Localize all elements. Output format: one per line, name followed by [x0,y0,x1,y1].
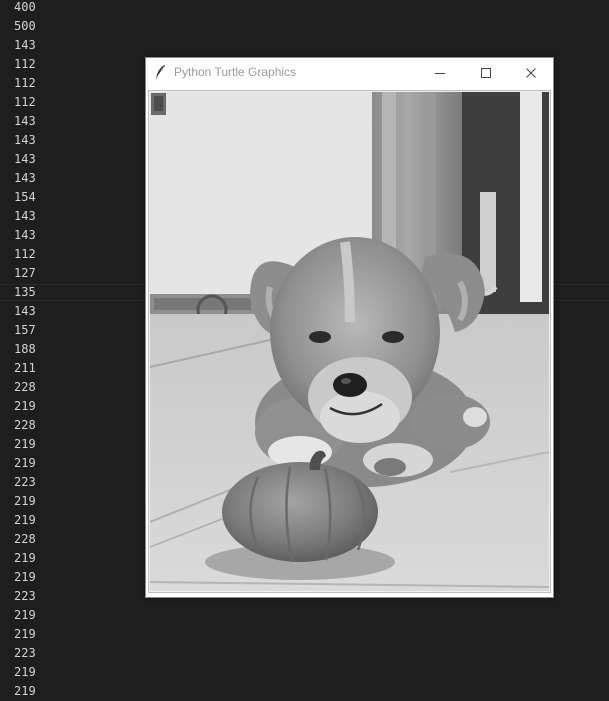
editor-line: 143 [14,171,36,185]
turtle-canvas-frame [148,90,551,593]
editor-line: 143 [14,228,36,242]
editor-line: 112 [14,247,36,261]
editor-line: 112 [14,76,36,90]
editor-line: 112 [14,57,36,71]
editor-line: 228 [14,418,36,432]
window-title: Python Turtle Graphics [174,65,297,79]
editor-line: 127 [14,266,36,280]
turtle-canvas[interactable] [150,92,549,591]
editor-line: 157 [14,323,36,337]
editor-line: 223 [14,646,36,660]
editor-line: 223 [14,475,36,489]
editor-line: 219 [14,608,36,622]
editor-line: 219 [14,456,36,470]
maximize-button[interactable] [463,58,509,87]
editor-line: 219 [14,494,36,508]
editor-line: 219 [14,513,36,527]
editor-line: 219 [14,665,36,679]
editor-line: 112 [14,95,36,109]
feather-icon [155,65,165,80]
window-titlebar[interactable]: Python Turtle Graphics [146,58,553,87]
editor-line: 143 [14,304,36,318]
editor-line: 143 [14,114,36,128]
editor-line: 219 [14,399,36,413]
editor-line: 143 [14,133,36,147]
editor-line: 223 [14,589,36,603]
maximize-icon [481,67,491,78]
editor-line: 135 [14,285,36,299]
editor-line: 219 [14,570,36,584]
editor-line: 228 [14,380,36,394]
editor-line: 219 [14,627,36,641]
editor-line: 143 [14,38,36,52]
minimize-icon [435,72,445,74]
minimize-button[interactable] [417,58,463,87]
editor-line: 143 [14,152,36,166]
editor-line: 219 [14,551,36,565]
close-button[interactable] [508,58,554,87]
editor-line: 219 [14,684,36,698]
editor-line: 154 [14,190,36,204]
turtle-graphics-window[interactable]: Python Turtle Graphics [145,57,554,598]
editor-line: 219 [14,437,36,451]
editor-line: 500 [14,19,36,33]
close-icon [526,67,536,78]
editor-line: 211 [14,361,36,375]
photo-image [150,92,549,591]
editor-line: 188 [14,342,36,356]
editor-line: 143 [14,209,36,223]
editor-line: 228 [14,532,36,546]
editor-line: 400 [14,0,36,14]
